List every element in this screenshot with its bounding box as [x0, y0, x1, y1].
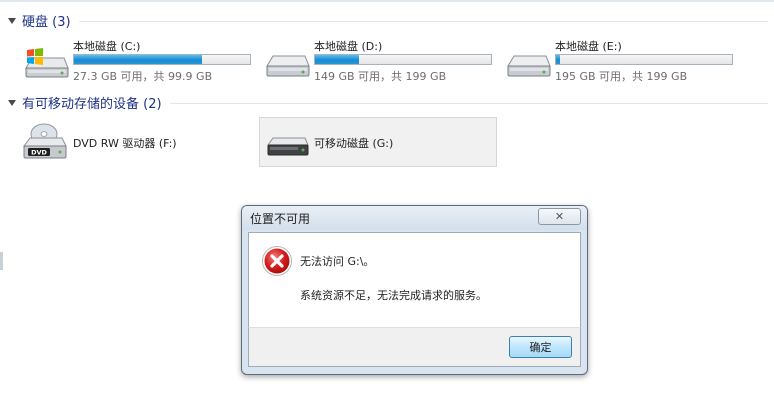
group-header-hard-disks[interactable]: 硬盘 (3) — [8, 10, 768, 30]
top-border — [0, 0, 774, 2]
chevron-down-icon — [8, 18, 16, 24]
removable-drive-icon — [267, 137, 309, 156]
drive-size: 149 GB 可用，共 199 GB — [314, 70, 447, 83]
drive-label: 本地磁盘 (E:) — [555, 40, 622, 53]
group-label: 有可移动存储的设备 (2) — [22, 96, 162, 112]
scroll-edge — [0, 252, 3, 270]
drive-usage-fill — [556, 55, 560, 64]
dialog-message: 无法访问 G:\。 — [300, 255, 375, 268]
chevron-down-icon — [8, 100, 16, 106]
hard-drive-icon — [507, 55, 551, 77]
drive-size: 195 GB 可用，共 199 GB — [555, 70, 688, 83]
group-header-removable[interactable]: 有可移动存储的设备 (2) — [8, 92, 768, 112]
dialog-detail: 系统资源不足，无法完成请求的服务。 — [300, 289, 487, 302]
divider — [78, 20, 768, 22]
drive-usage-fill — [315, 55, 359, 64]
dvd-drive-icon: DVD — [23, 123, 67, 159]
device-label: DVD RW 驱动器 (F:) — [73, 137, 177, 150]
drive-usage-fill — [74, 55, 203, 64]
drive-label: 本地磁盘 (D:) — [314, 40, 383, 53]
dvd-icon-label: DVD — [31, 149, 47, 157]
dialog-content: 无法访问 G:\。 系统资源不足，无法完成请求的服务。 — [248, 232, 581, 327]
drive-usage-bar — [73, 54, 251, 65]
dialog-title: 位置不可用 — [250, 212, 311, 226]
ok-button[interactable]: 确定 — [509, 336, 572, 358]
drive-e[interactable]: 本地磁盘 (E:) 195 GB 可用，共 199 GB — [498, 36, 734, 84]
close-button[interactable]: ✕ — [538, 208, 581, 225]
drive-d[interactable]: 本地磁盘 (D:) 149 GB 可用，共 199 GB — [257, 36, 493, 84]
drive-usage-bar — [314, 54, 492, 65]
close-icon: ✕ — [554, 210, 565, 223]
drive-usage-bar — [555, 54, 733, 65]
device-label: 可移动磁盘 (G:) — [314, 137, 394, 150]
group-label: 硬盘 (3) — [22, 14, 71, 30]
drive-c[interactable]: 本地磁盘 (C:) 27.3 GB 可用，共 99.9 GB — [16, 36, 252, 84]
drive-size: 27.3 GB 可用，共 99.9 GB — [73, 70, 213, 83]
error-dialog: 位置不可用 ✕ 无法访问 G:\。 系统资源不足，无法完成请求的服务。 确定 — [241, 205, 588, 375]
dvd-drive[interactable]: DVD DVD RW 驱动器 (F:) — [16, 117, 252, 167]
explorer-computer-view: 硬盘 (3) 本地磁盘 (C:) 27.3 GB 可用，共 99.9 GB 本地… — [0, 0, 774, 418]
divider — [169, 102, 768, 104]
drive-label: 本地磁盘 (C:) — [73, 40, 141, 53]
error-icon — [262, 246, 292, 276]
removable-drive[interactable]: 可移动磁盘 (G:) — [259, 117, 497, 167]
dialog-footer: 确定 — [248, 327, 581, 367]
windows-drive-icon — [25, 48, 69, 78]
dialog-titlebar[interactable]: 位置不可用 ✕ — [242, 206, 587, 230]
hard-drive-icon — [266, 55, 310, 77]
